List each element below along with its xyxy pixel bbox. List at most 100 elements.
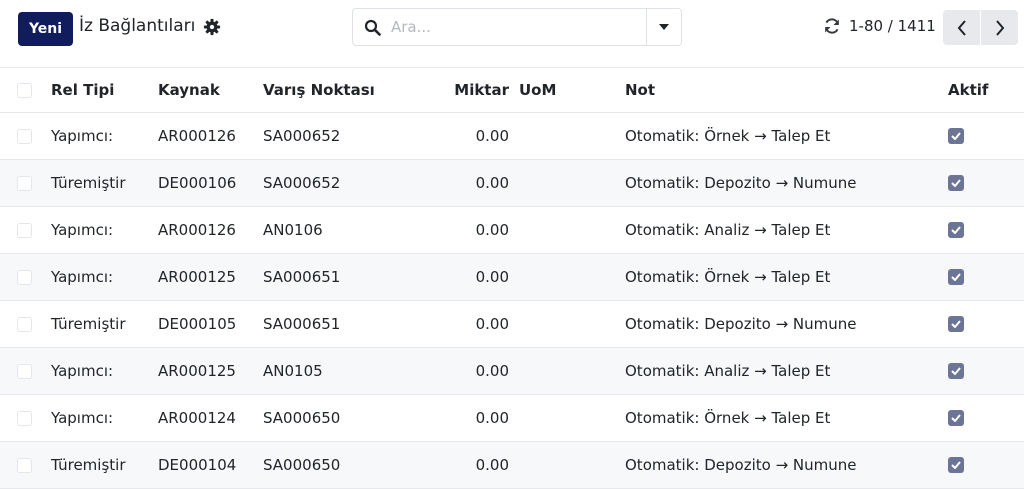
chevron-right-icon [995, 19, 1004, 36]
active-checkbox[interactable] [948, 316, 964, 332]
cell-note: Otomatik: Depozito → Numune [625, 315, 857, 333]
pager-previous-button[interactable] [943, 10, 981, 45]
table-body: Yapımcı: AR000126 SA000652 0.00 Otomatik: Ör… [0, 113, 1024, 489]
cell-destination: SA000651 [263, 268, 341, 286]
search-box [352, 8, 682, 46]
check-icon [951, 226, 961, 234]
active-checkbox[interactable] [948, 457, 964, 473]
refresh-icon[interactable] [823, 17, 841, 35]
pager-buttons [943, 10, 1018, 45]
pager-next-button[interactable] [981, 10, 1018, 45]
cell-active [948, 395, 964, 441]
cell-active [948, 348, 964, 394]
cell-active [948, 301, 964, 347]
cell-source: AR000125 [158, 268, 236, 286]
row-select-checkbox[interactable] [17, 395, 34, 441]
active-checkbox[interactable] [948, 128, 964, 144]
table-row[interactable]: Türemiştir DE000106 SA000652 0.00 Otomatik: … [0, 160, 1024, 207]
cell-source: DE000106 [158, 174, 237, 192]
table-row[interactable]: Yapımcı: AR000124 SA000650 0.00 Otomatik: Ör… [0, 395, 1024, 442]
cell-source: AR000124 [158, 409, 236, 427]
cell-destination: SA000651 [263, 315, 341, 333]
cell-quantity: 0.00 [475, 221, 509, 239]
select-all-checkbox[interactable] [17, 68, 34, 112]
check-icon [951, 367, 961, 375]
row-select-checkbox[interactable] [17, 348, 34, 394]
pager-value[interactable]: 1-80 / 1411 [849, 17, 936, 35]
check-icon [951, 132, 961, 140]
active-checkbox[interactable] [948, 410, 964, 426]
active-checkbox[interactable] [948, 222, 964, 238]
cell-active [948, 160, 964, 206]
active-checkbox[interactable] [948, 363, 964, 379]
check-icon [951, 273, 961, 281]
control-panel: Yeni İz Bağlantıları 1-80 / 1411 [0, 0, 1024, 67]
cell-destination: SA000652 [263, 174, 341, 192]
cell-destination: AN0105 [263, 362, 323, 380]
list-table: Rel Tipi Kaynak Varış Noktası Miktar UoM… [0, 67, 1024, 489]
cell-rel-type: Türemiştir [51, 315, 126, 333]
cell-rel-type: Yapımcı: [51, 221, 114, 239]
cell-note: Otomatik: Analiz → Talep Et [625, 221, 831, 239]
cell-rel-type: Yapımcı: [51, 127, 114, 145]
new-button[interactable]: Yeni [18, 12, 73, 46]
cell-destination: SA000650 [263, 456, 341, 474]
cell-source: DE000104 [158, 456, 237, 474]
active-checkbox[interactable] [948, 269, 964, 285]
cell-quantity: 0.00 [475, 268, 509, 286]
table-row[interactable]: Yapımcı: AR000126 SA000652 0.00 Otomatik: Ör… [0, 113, 1024, 160]
search-input[interactable] [391, 10, 646, 44]
chevron-left-icon [957, 19, 966, 36]
table-row[interactable]: Türemiştir DE000105 SA000651 0.00 Otomatik: … [0, 301, 1024, 348]
search-options-toggle[interactable] [646, 9, 681, 45]
cell-quantity: 0.00 [475, 127, 509, 145]
cell-destination: SA000650 [263, 409, 341, 427]
column-header-source[interactable]: Kaynak [158, 68, 220, 112]
column-header-quantity[interactable]: Miktar [440, 68, 509, 112]
column-header-rel-type[interactable]: Rel Tipi [51, 68, 114, 112]
row-select-checkbox[interactable] [17, 254, 34, 300]
table-row[interactable]: Yapımcı: AR000125 AN0105 0.00 Otomatik: Anal… [0, 348, 1024, 395]
column-header-destination[interactable]: Varış Noktası [263, 68, 375, 112]
cell-active [948, 442, 964, 488]
table-row[interactable]: Yapımcı: AR000126 AN0106 0.00 Otomatik: Anal… [0, 207, 1024, 254]
cell-note: Otomatik: Örnek → Talep Et [625, 409, 831, 427]
cell-quantity: 0.00 [475, 456, 509, 474]
cell-note: Otomatik: Analiz → Talep Et [625, 362, 831, 380]
active-checkbox[interactable] [948, 175, 964, 191]
gear-icon[interactable] [203, 18, 221, 36]
cell-active [948, 113, 964, 159]
cell-source: AR000126 [158, 127, 236, 145]
cell-note: Otomatik: Depozito → Numune [625, 174, 857, 192]
cell-destination: SA000652 [263, 127, 341, 145]
column-header-note[interactable]: Not [625, 68, 655, 112]
table-header: Rel Tipi Kaynak Varış Noktası Miktar UoM… [0, 68, 1024, 113]
cell-source: AR000126 [158, 221, 236, 239]
cell-active [948, 254, 964, 300]
cell-source: AR000125 [158, 362, 236, 380]
check-icon [951, 179, 961, 187]
row-select-checkbox[interactable] [17, 207, 34, 253]
cell-destination: AN0106 [263, 221, 323, 239]
table-row[interactable]: Yapımcı: AR000125 SA000651 0.00 Otomatik: Ör… [0, 254, 1024, 301]
caret-down-icon [659, 24, 669, 30]
cell-note: Otomatik: Depozito → Numune [625, 456, 857, 474]
check-icon [951, 461, 961, 469]
row-select-checkbox[interactable] [17, 160, 34, 206]
cell-quantity: 0.00 [475, 315, 509, 333]
search-icon[interactable] [353, 9, 391, 45]
cell-quantity: 0.00 [475, 409, 509, 427]
row-select-checkbox[interactable] [17, 442, 34, 488]
table-row[interactable]: Türemiştir DE000104 SA000650 0.00 Otomatik: … [0, 442, 1024, 489]
column-header-active[interactable]: Aktif [948, 68, 988, 112]
row-select-checkbox[interactable] [17, 301, 34, 347]
cell-source: DE000105 [158, 315, 237, 333]
check-icon [951, 414, 961, 422]
cell-rel-type: Türemiştir [51, 174, 126, 192]
row-select-checkbox[interactable] [17, 113, 34, 159]
cell-quantity: 0.00 [475, 174, 509, 192]
cell-rel-type: Türemiştir [51, 456, 126, 474]
column-header-uom[interactable]: UoM [519, 68, 556, 112]
cell-quantity: 0.00 [475, 362, 509, 380]
check-icon [951, 320, 961, 328]
